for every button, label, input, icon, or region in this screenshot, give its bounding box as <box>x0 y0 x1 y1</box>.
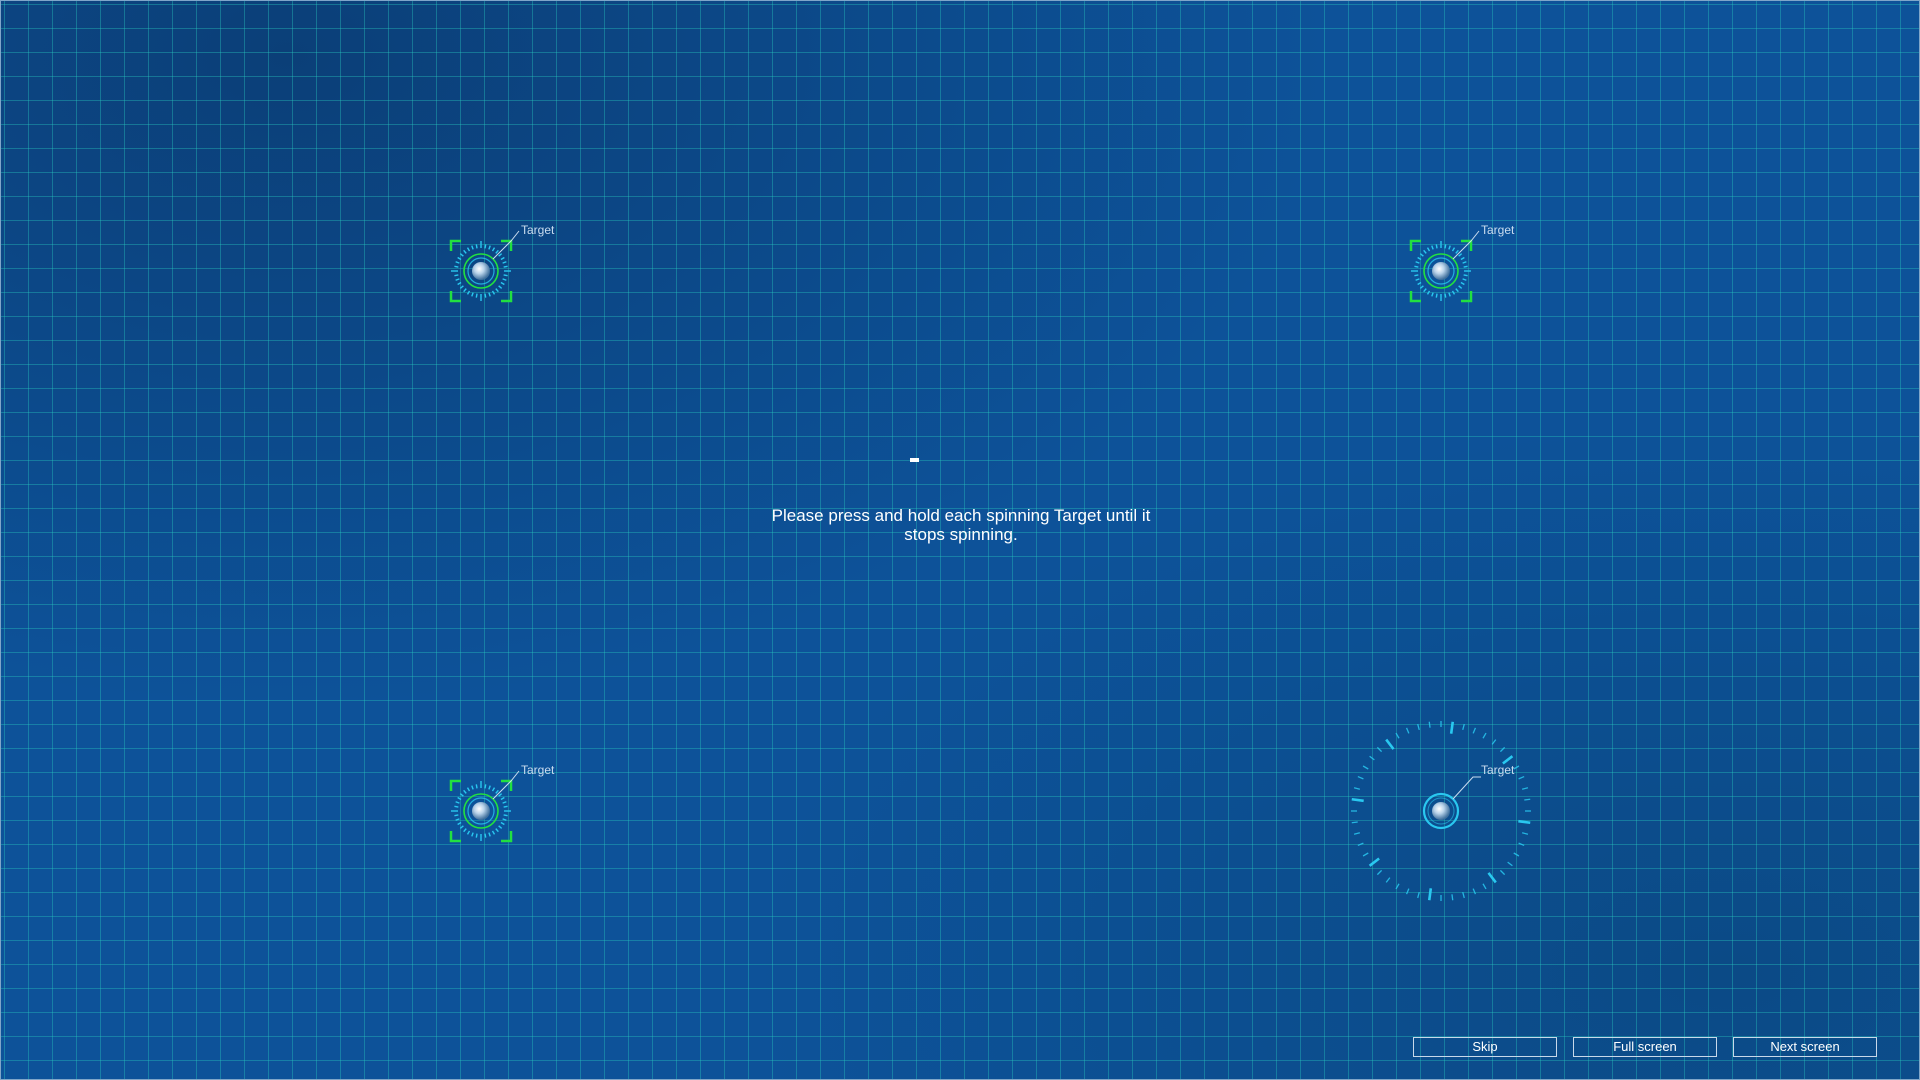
target-top-right[interactable]: Target <box>1409 223 1514 303</box>
progress-indicator <box>910 458 919 462</box>
target-label: Target <box>521 223 555 237</box>
target-label: Target <box>1481 763 1515 777</box>
target-bottom-right-spinning[interactable]: Target <box>1349 719 1533 903</box>
full-screen-button[interactable]: Full screen <box>1573 1037 1717 1057</box>
skip-button[interactable]: Skip <box>1413 1037 1557 1057</box>
target-label: Target <box>521 763 555 777</box>
button-bar: Skip Full screen Next screen <box>1413 1037 1881 1059</box>
spinning-target-icon <box>1351 721 1531 901</box>
next-screen-button[interactable]: Next screen <box>1733 1037 1877 1057</box>
target-bottom-left[interactable]: Target <box>449 763 554 843</box>
crosshair-target-icon <box>449 230 520 303</box>
instructions-text: Please press and hold each spinning Targ… <box>771 506 1151 544</box>
crosshair-target-icon <box>1409 230 1480 303</box>
crosshair-target-icon <box>449 770 520 843</box>
target-label: Target <box>1481 223 1515 237</box>
calibration-screen: Target Target Target Target Please press… <box>0 0 1920 1080</box>
target-top-left[interactable]: Target <box>449 223 554 303</box>
